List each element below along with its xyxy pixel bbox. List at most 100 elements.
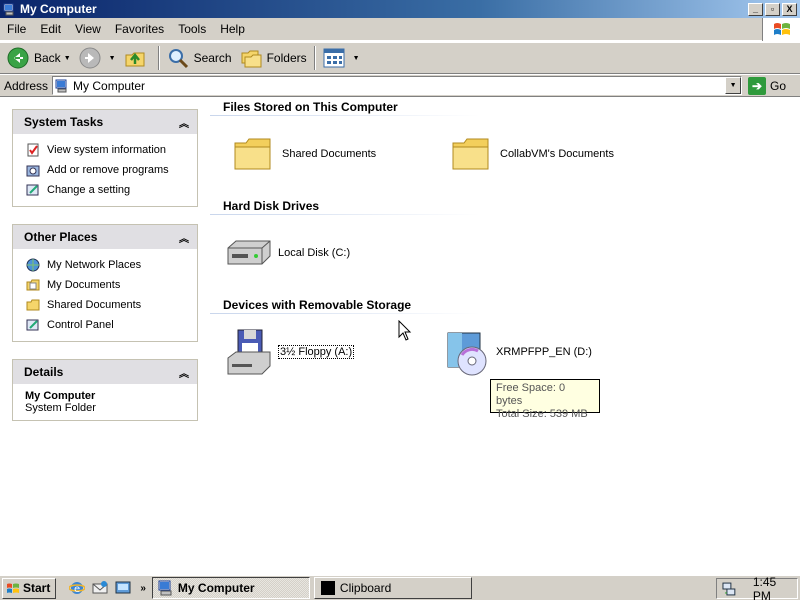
internet-explorer-icon[interactable]: e bbox=[68, 579, 86, 597]
up-button[interactable] bbox=[120, 45, 155, 71]
forward-dropdown-icon[interactable]: ▼ bbox=[109, 55, 116, 62]
item-label: 3½ Floppy (A:) bbox=[278, 345, 355, 359]
menu-favorites[interactable]: Favorites bbox=[108, 22, 171, 36]
system-tasks-box: System Tasks ︽ View system information A… bbox=[12, 109, 198, 207]
title-bar[interactable]: My Computer _ ▫ X bbox=[0, 0, 800, 18]
collapse-icon[interactable]: ︽ bbox=[179, 230, 189, 245]
place-label: My Documents bbox=[47, 279, 121, 291]
network-tray-icon[interactable] bbox=[721, 581, 737, 597]
forward-button[interactable]: ▼ bbox=[75, 45, 120, 71]
close-button[interactable]: X bbox=[782, 2, 797, 16]
search-icon bbox=[168, 49, 188, 69]
local-disk-item[interactable]: Local Disk (C:) bbox=[224, 228, 350, 278]
caption-buttons: _ ▫ X bbox=[748, 2, 797, 16]
task-view-system-information[interactable]: View system information bbox=[25, 140, 197, 160]
folder-icon bbox=[25, 297, 41, 313]
folder-icon bbox=[446, 129, 496, 179]
menu-view[interactable]: View bbox=[68, 22, 108, 36]
menu-edit[interactable]: Edit bbox=[33, 22, 68, 36]
shared-documents-item[interactable]: Shared Documents bbox=[228, 129, 376, 179]
my-computer-icon bbox=[55, 79, 67, 92]
floppy-drive-item[interactable]: 3½ Floppy (A:) bbox=[224, 327, 355, 377]
address-input[interactable]: My Computer ▼ bbox=[52, 76, 743, 95]
toolbar: Back ▼ ▼ Search Folders ▼ bbox=[0, 42, 800, 74]
clipboard-icon bbox=[320, 581, 335, 595]
details-header[interactable]: Details ︽ bbox=[13, 360, 197, 384]
system-tasks-header[interactable]: System Tasks ︽ bbox=[13, 110, 197, 134]
place-shared-documents[interactable]: Shared Documents bbox=[25, 295, 197, 315]
floppy-drive-icon bbox=[224, 327, 274, 377]
item-label: Local Disk (C:) bbox=[278, 247, 351, 259]
address-dropdown-button[interactable]: ▼ bbox=[725, 77, 742, 94]
go-arrow-icon: ➔ bbox=[748, 76, 767, 95]
place-label: Shared Documents bbox=[47, 299, 142, 311]
item-label: CollabVM's Documents bbox=[500, 148, 614, 160]
mouse-cursor-icon bbox=[398, 320, 412, 341]
task-clipboard[interactable]: Clipboard bbox=[313, 577, 472, 599]
collapse-icon[interactable]: ︽ bbox=[179, 115, 189, 130]
hard-disk-icon bbox=[224, 228, 274, 278]
folder-content: Files Stored on This Computer Shared Doc… bbox=[210, 97, 800, 575]
forward-arrow-icon bbox=[79, 47, 101, 69]
search-button[interactable]: Search bbox=[163, 45, 236, 71]
start-button[interactable]: Start bbox=[2, 577, 57, 599]
task-label: View system information bbox=[47, 144, 167, 156]
group-divider bbox=[210, 115, 480, 116]
task-add-remove-programs[interactable]: Add or remove programs bbox=[25, 160, 197, 180]
other-places-box: Other Places ︽ My Network Places My Docu… bbox=[12, 224, 198, 342]
my-computer-icon bbox=[158, 580, 172, 596]
back-label: Back bbox=[34, 51, 61, 65]
system-tasks-title: System Tasks bbox=[24, 115, 104, 129]
tooltip-total-size: Total Size: 539 MB bbox=[496, 408, 588, 420]
menu-file[interactable]: File bbox=[0, 22, 33, 36]
group-divider bbox=[210, 214, 480, 215]
place-control-panel[interactable]: Control Panel bbox=[25, 315, 197, 335]
group-title: Files Stored on This Computer bbox=[223, 100, 398, 114]
quick-launch-chevron[interactable]: » bbox=[140, 583, 146, 594]
group-title: Hard Disk Drives bbox=[223, 199, 320, 213]
views-button[interactable]: ▼ bbox=[319, 45, 364, 71]
windows-flag-icon bbox=[7, 583, 19, 593]
maximize-button[interactable]: ▫ bbox=[765, 2, 780, 16]
minimize-button[interactable]: _ bbox=[748, 2, 763, 16]
task-label: Add or remove programs bbox=[47, 164, 169, 176]
task-my-computer[interactable]: My Computer bbox=[151, 577, 310, 599]
task-pane: System Tasks ︽ View system information A… bbox=[0, 97, 210, 575]
collabvm-documents-item[interactable]: CollabVM's Documents bbox=[446, 129, 614, 179]
back-dropdown-icon[interactable]: ▼ bbox=[64, 55, 71, 62]
back-button[interactable]: Back ▼ bbox=[3, 45, 75, 71]
control-panel-icon bbox=[25, 317, 41, 333]
go-button[interactable]: ➔ Go bbox=[748, 76, 786, 95]
cd-drive-item[interactable]: XRMPFPP_EN (D:) bbox=[442, 327, 592, 377]
svg-text:e: e bbox=[74, 584, 80, 595]
menu-help[interactable]: Help bbox=[213, 22, 252, 36]
place-my-documents[interactable]: My Documents bbox=[25, 275, 197, 295]
folder-up-icon bbox=[125, 52, 145, 67]
folders-button[interactable]: Folders bbox=[236, 45, 311, 71]
window-title: My Computer bbox=[20, 2, 97, 16]
clock[interactable]: 1:45 PM bbox=[753, 575, 797, 603]
menu-tools[interactable]: Tools bbox=[171, 22, 213, 36]
folder-icon bbox=[228, 129, 278, 179]
toolbar-separator bbox=[157, 46, 160, 70]
control-panel-icon bbox=[25, 182, 41, 198]
place-label: Control Panel bbox=[47, 319, 114, 331]
views-dropdown-icon[interactable]: ▼ bbox=[353, 55, 360, 62]
other-places-header[interactable]: Other Places ︽ bbox=[13, 225, 197, 249]
other-places-title: Other Places bbox=[24, 230, 98, 244]
add-remove-programs-icon bbox=[25, 162, 41, 178]
collapse-icon[interactable]: ︽ bbox=[179, 365, 189, 380]
explorer-window: My Computer _ ▫ X File Edit View Favorit… bbox=[0, 0, 800, 575]
place-my-network-places[interactable]: My Network Places bbox=[25, 255, 197, 275]
details-title: Details bbox=[24, 365, 64, 379]
other-places-list: My Network Places My Documents Shared Do… bbox=[13, 249, 197, 341]
outlook-express-icon[interactable] bbox=[91, 579, 109, 597]
back-arrow-icon bbox=[7, 47, 29, 69]
folders-label: Folders bbox=[266, 51, 307, 65]
item-label: Shared Documents bbox=[282, 148, 377, 160]
task-change-setting[interactable]: Change a setting bbox=[25, 180, 197, 200]
show-desktop-icon[interactable] bbox=[114, 579, 132, 597]
folders-icon bbox=[241, 50, 262, 68]
address-bar: Address My Computer ▼ ➔ Go bbox=[0, 75, 800, 97]
network-places-icon bbox=[25, 257, 41, 273]
